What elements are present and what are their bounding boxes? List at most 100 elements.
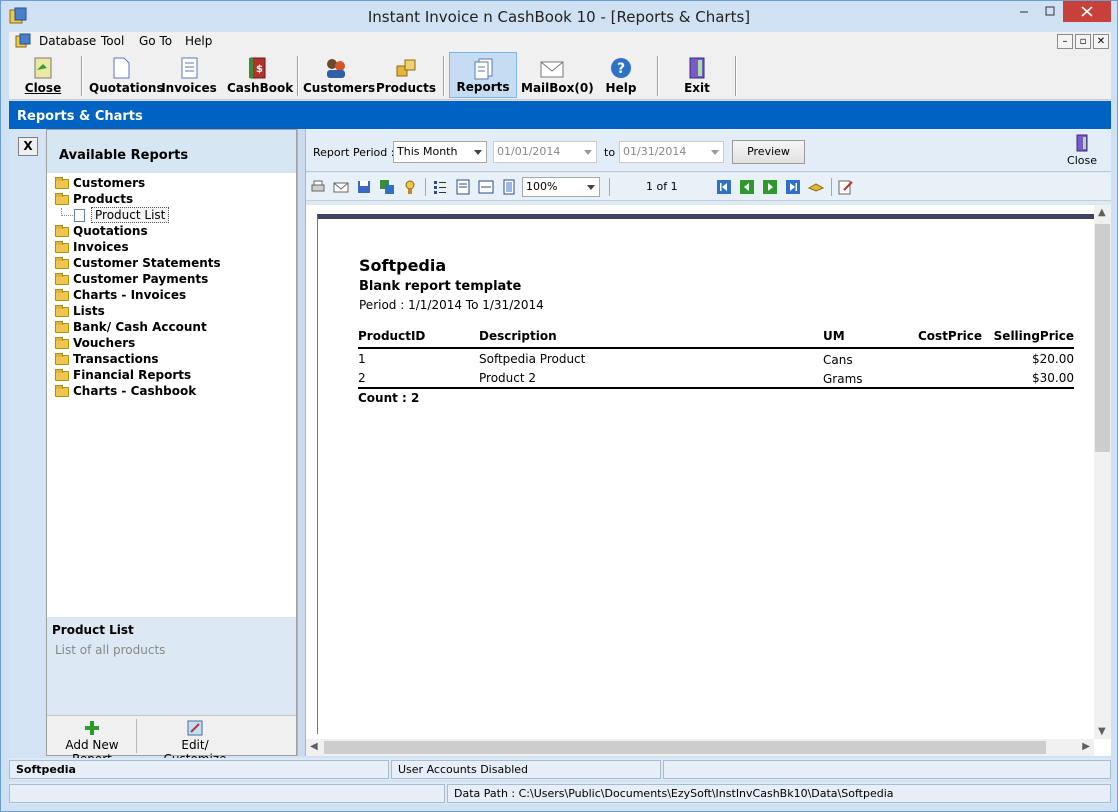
chevron-down-icon	[711, 150, 719, 155]
toolbar-products-button[interactable]: Products	[375, 52, 437, 98]
report-period-bar: Report Period : This Month 01/01/2014 to…	[306, 129, 1111, 172]
toolbar-close-button[interactable]: Close	[17, 52, 69, 98]
folder-icon	[55, 225, 69, 237]
menu-goto[interactable]: Go To	[139, 34, 172, 48]
close-door-icon	[34, 57, 52, 79]
tree-item-bank-cash-account[interactable]: Bank/ Cash Account	[53, 320, 221, 336]
find-icon[interactable]	[402, 179, 418, 195]
vertical-scrollbar[interactable]: ▲ ▼	[1094, 205, 1111, 739]
report-period-select[interactable]: This Month	[393, 141, 487, 163]
edit-report-icon	[187, 720, 203, 736]
close-door-icon	[1076, 134, 1088, 152]
first-page-icon[interactable]	[716, 179, 732, 195]
toolbar-mailbox-button[interactable]: MailBox(0)	[521, 52, 594, 98]
menu-help[interactable]: Help	[185, 34, 212, 48]
footer-rule	[358, 387, 1074, 389]
scroll-up-icon[interactable]: ▲	[1098, 207, 1106, 218]
tree-item-products[interactable]: Products	[53, 192, 221, 208]
folder-icon	[55, 257, 69, 269]
data-path-bar: Data Path : C:\Users\Public\Documents\Ez…	[9, 782, 1111, 804]
tree-item-product-list[interactable]: Product List	[53, 207, 221, 224]
tree-item-charts-invoices[interactable]: Charts - Invoices	[53, 288, 221, 304]
date-to-label: to	[604, 146, 616, 159]
scroll-right-icon[interactable]: ▶	[1082, 741, 1090, 752]
toolbar-reports-button[interactable]: Reports	[449, 52, 517, 98]
menu-database[interactable]: Database	[39, 34, 96, 48]
viewer-toolbar-separator	[425, 178, 426, 196]
date-to-picker[interactable]: 01/31/2014	[619, 141, 724, 163]
mdi-restore-button[interactable]: ▫	[1075, 34, 1091, 49]
cashbook-icon: $	[249, 57, 266, 79]
horizontal-scroll-thumb[interactable]	[324, 741, 1046, 754]
main-toolbar: Close Quotations Invoices $ CashBook Cus…	[9, 52, 1111, 100]
last-page-icon[interactable]	[785, 179, 801, 195]
report-description-text: List of all products	[55, 643, 166, 657]
preview-button[interactable]: Preview	[732, 140, 805, 164]
report-count: Count : 2	[358, 391, 420, 405]
status-data-path: Data Path : C:\Users\Public\Documents\Ez…	[447, 784, 1111, 803]
scroll-down-icon[interactable]: ▼	[1098, 726, 1106, 737]
tree-view-icon[interactable]	[432, 179, 448, 195]
mdi-minimize-button[interactable]: –	[1057, 34, 1073, 49]
toolbar-invoices-button[interactable]: Invoices	[161, 52, 217, 98]
table-cell: Grams	[823, 372, 863, 386]
print-icon[interactable]	[310, 179, 326, 195]
help-icon: ?	[611, 58, 631, 78]
status-empty	[9, 784, 445, 803]
toolbar-separator	[297, 56, 299, 96]
app-menu-icon[interactable]	[15, 33, 31, 49]
close-report-button[interactable]: Close	[1067, 134, 1097, 167]
viewer-toolbar-separator	[831, 178, 832, 196]
maximize-button[interactable]	[1037, 1, 1063, 22]
status-empty	[663, 760, 1111, 779]
panel-splitter[interactable]	[297, 129, 306, 756]
scroll-left-icon[interactable]: ◀	[310, 741, 318, 752]
report-description-title: Product List	[52, 623, 134, 637]
report-document-icon	[74, 209, 85, 222]
tree-item-quotations[interactable]: Quotations	[53, 224, 221, 240]
edit-report-icon[interactable]	[838, 179, 854, 195]
toolbar-help-button[interactable]: ? Help	[599, 52, 643, 98]
toolbar-separator	[443, 56, 445, 96]
tree-item-vouchers[interactable]: Vouchers	[53, 336, 221, 352]
mdi-close-button[interactable]: ✕	[1093, 34, 1109, 49]
export-icon[interactable]	[379, 179, 395, 195]
menu-tool[interactable]: Tool	[101, 34, 124, 48]
title-bar: Instant Invoice n CashBook 10 - [Reports…	[1, 1, 1117, 31]
close-panel-button[interactable]: X	[18, 137, 38, 156]
tree-item-customer-statements[interactable]: Customer Statements	[53, 256, 221, 272]
email-icon[interactable]	[333, 179, 349, 195]
header-rule	[358, 347, 1074, 349]
tree-item-customer-payments[interactable]: Customer Payments	[53, 272, 221, 288]
save-icon[interactable]	[356, 179, 372, 195]
tree-item-invoices[interactable]: Invoices	[53, 240, 221, 256]
close-window-button[interactable]	[1063, 1, 1111, 22]
vertical-scroll-thumb[interactable]	[1095, 224, 1110, 452]
tree-item-lists[interactable]: Lists	[53, 304, 221, 320]
reports-panel-footer: Add New Report Edit/ Customize	[47, 715, 296, 766]
toolbar-cashbook-button[interactable]: $ CashBook	[227, 52, 293, 98]
page-width-icon[interactable]	[478, 179, 494, 195]
whole-page-icon[interactable]	[501, 179, 517, 195]
zoom-select[interactable]: 100%	[522, 177, 600, 197]
folder-icon	[55, 337, 69, 349]
toolbar-customers-button[interactable]: Customers	[303, 52, 375, 98]
tree-item-charts-cashbook[interactable]: Charts - Cashbook	[53, 384, 221, 400]
minimize-button[interactable]	[1011, 1, 1037, 22]
tree-item-transactions[interactable]: Transactions	[53, 352, 221, 368]
table-cell: 2	[358, 371, 366, 385]
column-header-sellingprice: SellingPrice	[993, 329, 1074, 343]
tree-item-customers[interactable]: Customers	[53, 176, 221, 192]
go-to-page-icon[interactable]	[808, 179, 824, 195]
toolbar-exit-button[interactable]: Exit	[673, 52, 721, 98]
horizontal-scrollbar[interactable]: ◀ ▶	[306, 739, 1094, 756]
window-title: Instant Invoice n CashBook 10 - [Reports…	[367, 8, 751, 26]
date-from-picker[interactable]: 01/01/2014	[493, 141, 597, 163]
tree-item-financial-reports[interactable]: Financial Reports	[53, 368, 221, 384]
next-page-icon[interactable]	[762, 179, 778, 195]
toolbar-quotations-button[interactable]: Quotations	[89, 52, 164, 98]
page-view-icon[interactable]	[455, 179, 471, 195]
report-viewer-area: Report Period : This Month 01/01/2014 to…	[306, 129, 1111, 756]
menu-bar: Database Tool Go To Help – ▫ ✕	[9, 32, 1111, 52]
previous-page-icon[interactable]	[739, 179, 755, 195]
